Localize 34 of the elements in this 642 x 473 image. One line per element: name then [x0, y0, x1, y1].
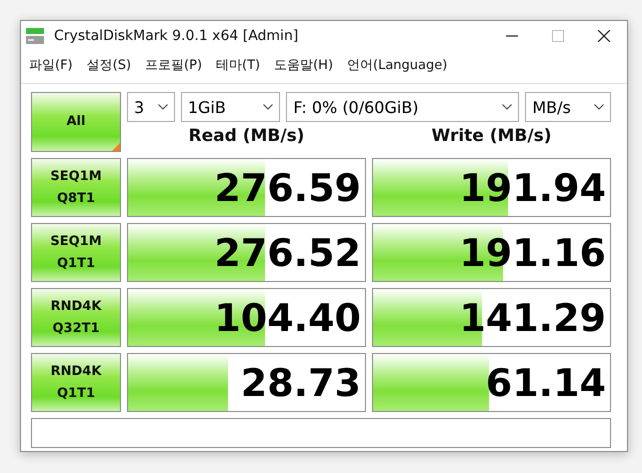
menu-item[interactable]: 파일(F): [29, 56, 73, 74]
result-cell: 191.94: [372, 158, 611, 217]
menu-item[interactable]: 테마(T): [216, 56, 260, 74]
result-cell: 276.59: [127, 158, 366, 217]
comment-field[interactable]: [31, 418, 611, 448]
result-cell: 61.14: [372, 353, 611, 412]
column-header: Write (MB/s): [430, 126, 552, 146]
test-button[interactable]: RND4K Q1T1: [31, 353, 121, 412]
test-button[interactable]: SEQ1M Q1T1: [31, 223, 121, 282]
menu-item[interactable]: 설정(S): [86, 56, 132, 74]
run-all-button[interactable]: All: [31, 92, 121, 152]
result-cell: 276.52: [127, 223, 366, 282]
maximize-icon: [552, 30, 564, 42]
dropdown[interactable]: 1GiB: [180, 92, 280, 122]
dropdown[interactable]: 3: [127, 92, 175, 122]
chevron-down-icon: [263, 104, 274, 110]
result-cell: 141.29: [372, 288, 611, 347]
dropdown[interactable]: F: 0% (0/60GiB): [286, 92, 520, 122]
chevron-down-icon: [158, 104, 168, 110]
close-icon: [598, 30, 610, 42]
chevron-down-icon: [502, 104, 512, 110]
window-title: CrystalDiskMark 9.0.1 x64 [Admin]: [54, 28, 300, 44]
menu-item[interactable]: 도움말(H): [274, 56, 334, 74]
dropdown[interactable]: MB/s: [525, 92, 611, 122]
menu-item[interactable]: 프로필(P): [145, 56, 202, 74]
result-cell: 28.73: [127, 353, 366, 412]
result-cell: 104.40: [127, 288, 366, 347]
chevron-down-icon: [594, 104, 604, 110]
menu-item[interactable]: 언어(Language): [347, 56, 448, 74]
disk-drive-icon: [25, 27, 45, 45]
test-button[interactable]: SEQ1M Q8T1: [31, 158, 121, 217]
test-button[interactable]: RND4K Q32T1: [31, 288, 121, 347]
result-cell: 191.16: [372, 223, 611, 282]
column-header: Read (MB/s): [188, 126, 306, 146]
